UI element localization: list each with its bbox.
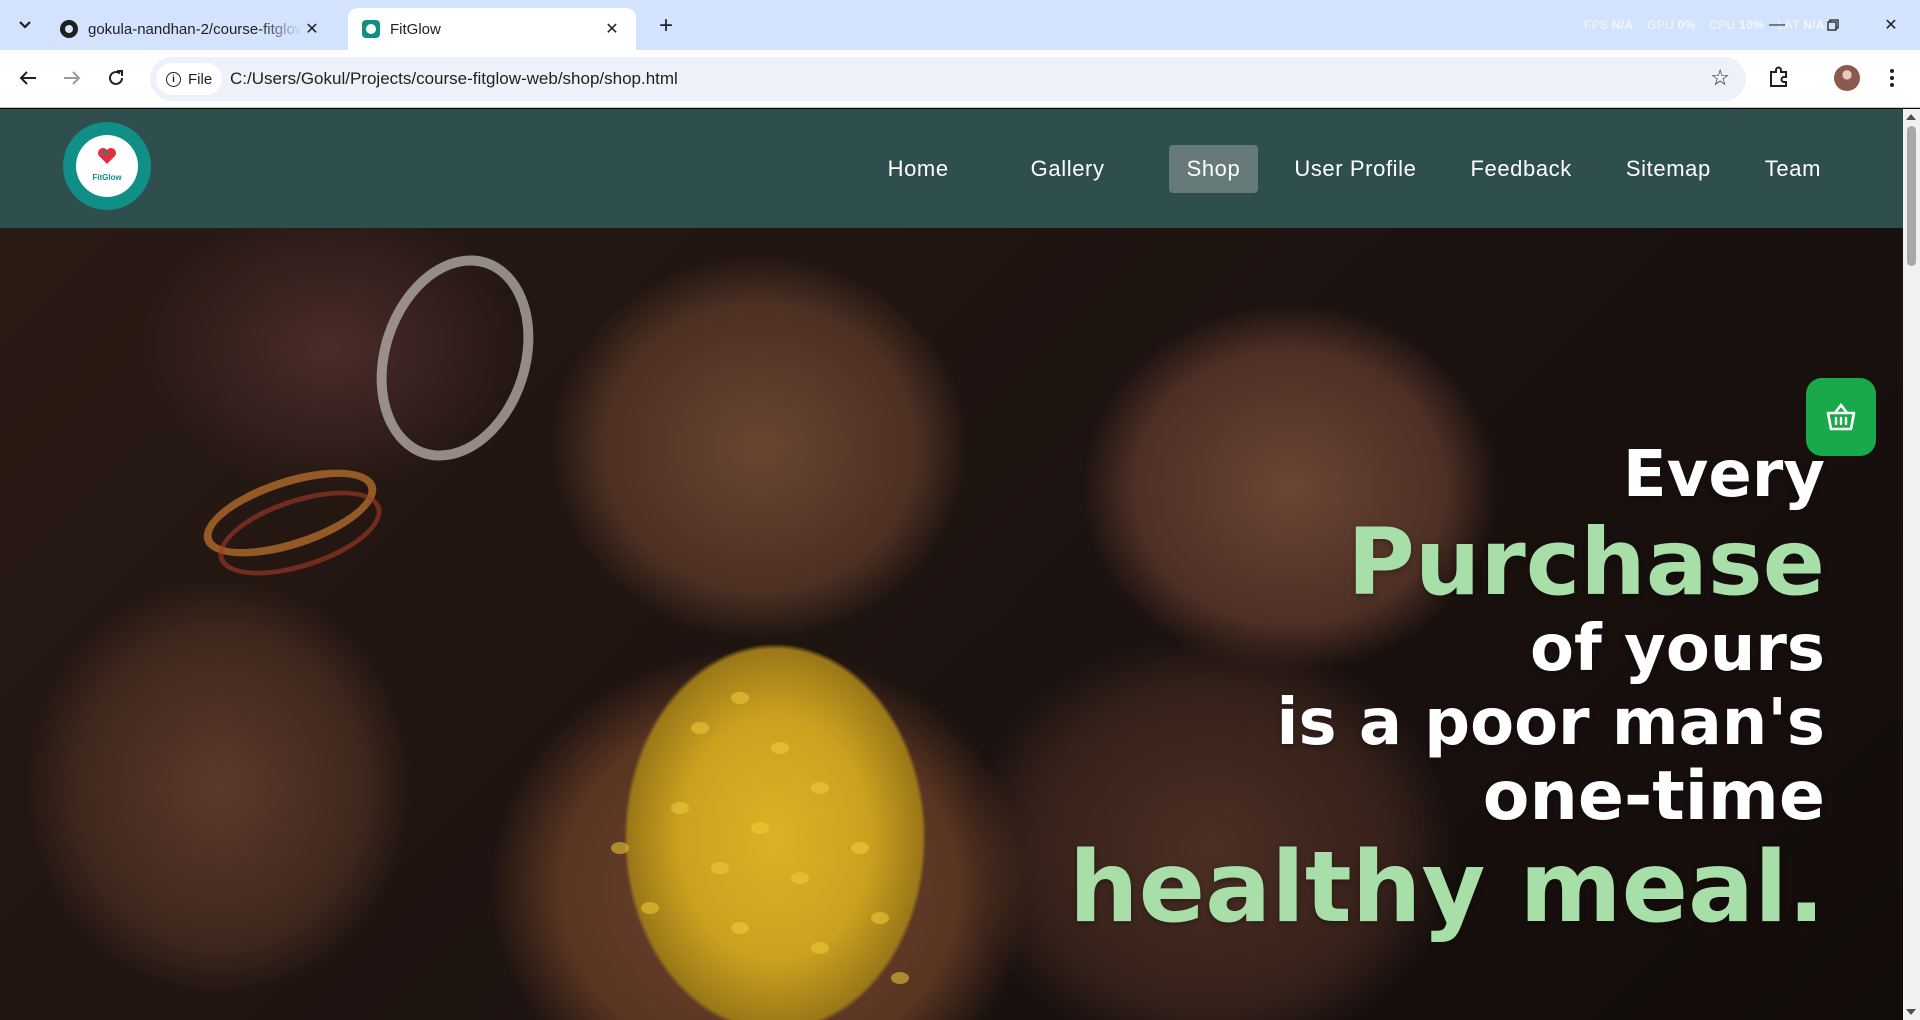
logo-text: FitGlow [92,173,122,182]
extensions-puzzle-icon[interactable] [1766,64,1792,90]
slogan-line-4: is a poor man's [1276,686,1826,760]
forward-arrow-icon[interactable] [56,62,88,94]
nav-team[interactable]: Team [1747,145,1839,193]
close-tab-icon[interactable]: ✕ [602,19,622,39]
fps-value: N/A [1611,18,1634,32]
nav-user-profile[interactable]: User Profile [1276,145,1434,193]
profile-avatar[interactable] [1834,65,1860,91]
heart-logo-icon [98,148,116,164]
address-toolbar: i File C:/Users/Gokul/Projects/course-fi… [0,50,1920,108]
scroll-up-arrow-icon[interactable] [1906,114,1916,120]
github-icon [60,20,78,38]
logo-badge: FitGlow [76,135,138,197]
back-arrow-icon[interactable] [12,62,44,94]
slogan-line-3: of yours [1530,612,1825,686]
scrollbar-thumb[interactable] [1907,126,1916,266]
performance-overlay: FPS N/A GPU 0% CPU 10% LAT N/A [1584,18,1835,32]
info-icon: i [166,71,181,87]
browser-tab-strip: gokula-nandhan-2/course-fitglow-web ✕ Fi… [0,0,1920,50]
close-tab-icon[interactable]: ✕ [302,19,322,39]
gpu-label: GPU [1647,18,1675,32]
omnibox[interactable]: i File C:/Users/Gokul/Projects/course-fi… [150,57,1746,101]
fps-label: FPS [1584,18,1609,32]
reload-icon[interactable] [100,62,132,94]
hero-banner: Every Purchase of yours is a poor man's … [0,228,1903,1020]
site-info-chip[interactable]: i File [156,63,223,95]
scheme-label: File [188,70,213,88]
close-window-icon[interactable]: ✕ [1876,10,1906,40]
main-menu: Home Gallery Shop User Profile Feedback … [870,145,1839,193]
tab-title: gokula-nandhan-2/course-fitglow-web [88,20,302,38]
site-navbar: FitGlow Home Gallery Shop User Profile F… [0,109,1903,228]
url-text[interactable]: C:/Users/Gokul/Projects/course-fitglow-w… [230,69,678,89]
tab-fitglow[interactable]: FitGlow ✕ [348,8,636,50]
restore-icon[interactable] [1818,10,1848,40]
nav-sitemap[interactable]: Sitemap [1608,145,1729,193]
nav-feedback[interactable]: Feedback [1452,145,1589,193]
page-viewport: FitGlow Home Gallery Shop User Profile F… [0,109,1920,1020]
basket-icon [1826,402,1856,431]
slogan-line-6: healthy meal. [1068,831,1825,945]
nav-home[interactable]: Home [870,145,967,193]
slogan-line-1: Every [1622,438,1825,512]
scroll-down-arrow-icon[interactable] [1906,1009,1916,1015]
gpu-value: 0% [1677,18,1696,32]
fitglow-favicon [362,20,380,38]
cpu-value: 10% [1739,18,1765,32]
nav-gallery[interactable]: Gallery [1013,145,1123,193]
fitglow-logo[interactable]: FitGlow [63,122,151,210]
tab-search-chevron-icon[interactable] [10,11,40,39]
bookmark-star-icon[interactable]: ☆ [1710,65,1730,91]
minimize-icon[interactable]: — [1762,10,1792,40]
cpu-label: CPU [1709,18,1736,32]
new-tab-button[interactable]: + [652,12,680,40]
tab-github[interactable]: gokula-nandhan-2/course-fitglow-web ✕ [46,8,336,50]
browser-menu-icon[interactable] [1880,62,1904,94]
slogan-line-2: Purchase [1347,509,1825,616]
tab-title: FitGlow [390,20,441,38]
page-scrollbar[interactable] [1903,109,1920,1020]
slogan-line-5: one-time [1482,757,1825,836]
nav-shop[interactable]: Shop [1168,145,1259,193]
hero-slogan: Every Purchase of yours is a poor man's … [1069,443,1825,937]
